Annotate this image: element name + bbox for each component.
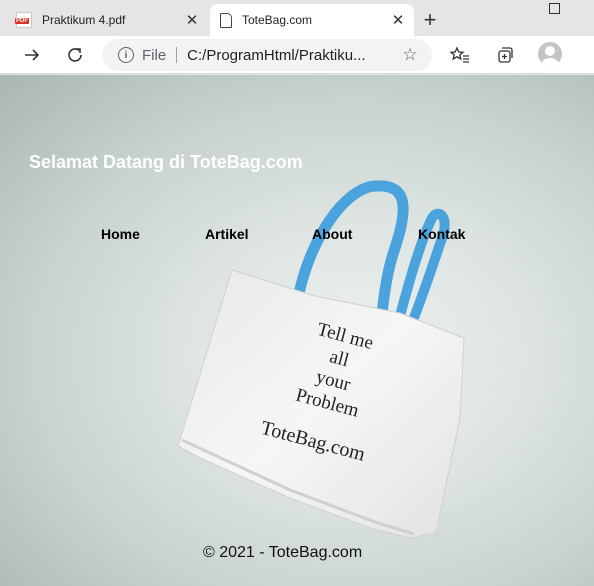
tab-strip: Praktikum 4.pdf ✕ ToteBag.com ✕ +: [0, 0, 594, 36]
page-title: Selamat Datang di ToteBag.com: [29, 152, 303, 172]
nav-artikel[interactable]: Artikel: [205, 226, 249, 242]
url-scheme: File: [142, 46, 167, 64]
favorites-icon[interactable]: [445, 40, 475, 70]
divider: [176, 47, 178, 63]
nav-kontak[interactable]: Kontak: [418, 226, 465, 242]
browser-toolbar: i File C:/ProgramHtml/Praktiku... ☆: [0, 36, 594, 74]
profile-avatar[interactable]: [538, 42, 562, 66]
nav-about[interactable]: About: [312, 226, 352, 242]
forward-icon[interactable]: [17, 40, 47, 70]
tab-praktikum-pdf[interactable]: Praktikum 4.pdf ✕: [6, 4, 208, 36]
url-text[interactable]: C:/ProgramHtml/Praktiku...: [187, 47, 398, 64]
collections-icon[interactable]: [490, 40, 520, 70]
tab-title: Praktikum 4.pdf: [42, 13, 126, 27]
address-bar[interactable]: i File C:/ProgramHtml/Praktiku... ☆: [102, 39, 432, 71]
tab-totebag[interactable]: ToteBag.com ✕: [210, 4, 414, 36]
tab-title: ToteBag.com: [242, 13, 313, 27]
reload-icon[interactable]: [60, 40, 90, 70]
close-icon[interactable]: ✕: [182, 10, 202, 30]
close-icon[interactable]: ✕: [388, 10, 408, 30]
new-tab-icon[interactable]: +: [418, 7, 442, 32]
info-icon[interactable]: i: [118, 47, 134, 63]
page-icon: [220, 12, 232, 28]
add-favorite-icon[interactable]: ☆: [398, 45, 422, 65]
web-page: Selamat Datang di ToteBag.com Tell me al…: [0, 75, 594, 586]
pdf-icon: [15, 12, 32, 28]
nav-home[interactable]: Home: [101, 226, 140, 242]
footer-copyright: © 2021 - ToteBag.com: [203, 544, 363, 561]
restore-window-icon[interactable]: [549, 3, 560, 14]
